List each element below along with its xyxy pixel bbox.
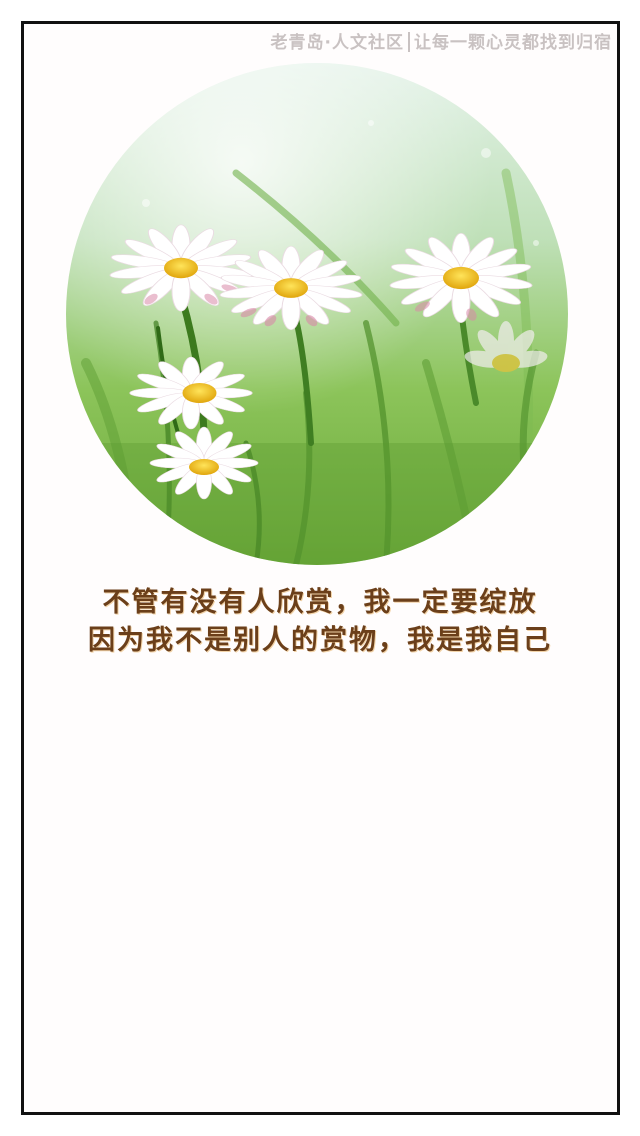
quote-line-1: 不管有没有人欣赏，我一定要绽放 (102, 587, 538, 618)
watermark-slogan: 让每一颗心灵都找到归宿 (414, 33, 612, 53)
watermark-divider (408, 32, 410, 52)
watermark-community: 老青岛·人文社区 (270, 33, 404, 53)
watermark: 老青岛·人文社区 让每一颗心灵都找到归宿 (271, 28, 612, 53)
quote-line-2: 因为我不是别人的赏物，我是我自己 (88, 625, 552, 656)
daisy-photo (66, 63, 568, 565)
